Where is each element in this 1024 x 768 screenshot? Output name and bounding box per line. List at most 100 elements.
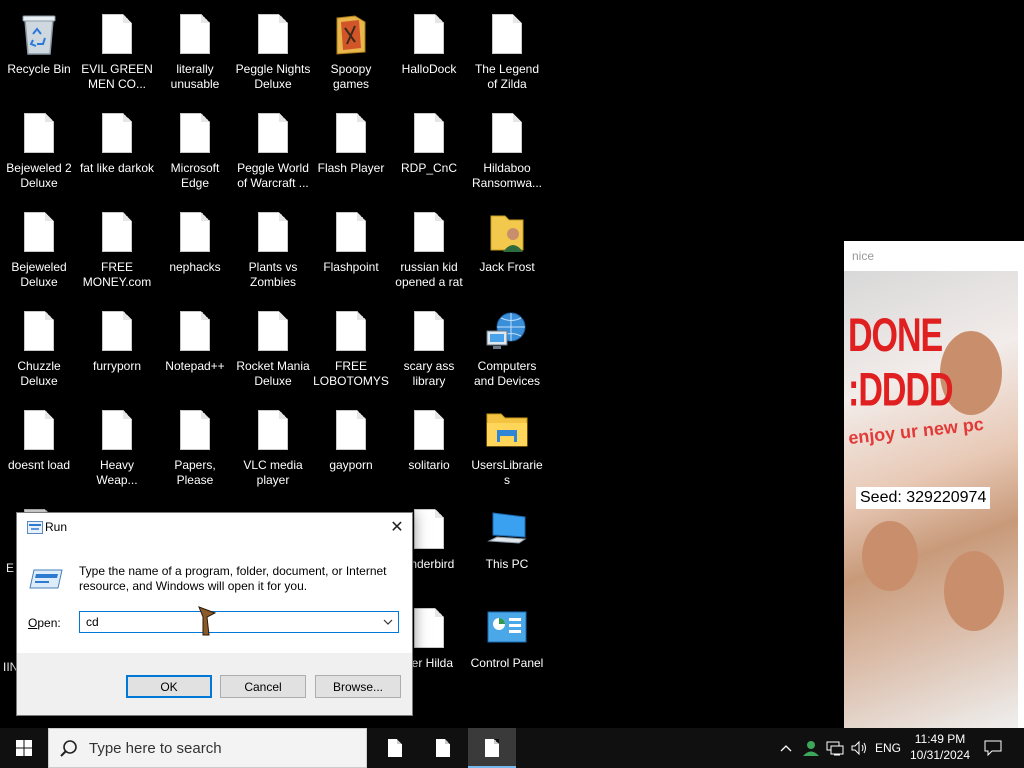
taskbar-app-3[interactable] (468, 728, 516, 768)
show-hidden-icons-button[interactable] (776, 728, 796, 768)
desktop-icon-evil-green-men[interactable]: EVIL GREEN MEN CO... (78, 6, 156, 100)
desktop-icon-computers-and-devices[interactable]: Computers and Devices (468, 303, 546, 397)
person-face (862, 521, 918, 591)
desktop-icon-flashpoint[interactable]: Flashpoint (312, 204, 390, 298)
desktop-icon-hildaboo-ransomware[interactable]: Hildaboo Ransomwa... (468, 105, 546, 199)
desktop-icon-plants-vs-zombies[interactable]: Plants vs Zombies (234, 204, 312, 298)
document-icon (405, 10, 453, 58)
document-icon (15, 406, 63, 454)
desktop-icon-jack-frost[interactable]: Jack Frost (468, 204, 546, 298)
desktop-icon-bejeweled-deluxe[interactable]: Bejeweled Deluxe (0, 204, 78, 298)
desktop-icon-control-panel[interactable]: Control Panel (468, 600, 546, 694)
taskbar-search-box[interactable]: Type here to search (48, 728, 367, 768)
desktop-icon-label: VLC media player (243, 458, 303, 487)
document-icon (388, 739, 402, 757)
speaker-icon (851, 740, 866, 756)
image-viewer-window[interactable]: nice DONE :DDDD enjoy ur new pc Seed: 32… (844, 241, 1024, 728)
desktop-icon-label: Flashpoint (323, 260, 379, 274)
desktop-icon-label: Bejeweled 2 Deluxe (6, 161, 72, 190)
desktop-icon-gayporn[interactable]: gayporn (312, 402, 390, 496)
desktop-icon-label: FREE MONEY.com (82, 260, 152, 289)
desktop-icon-label: Notepad++ (165, 359, 225, 373)
desktop-icon-label: FREE LOBOTOMYS (313, 359, 389, 388)
desktop-icon-spoopy-games[interactable]: Spoopy games (312, 6, 390, 100)
document-icon (93, 307, 141, 355)
user-green-icon (803, 741, 819, 756)
network-tray-icon[interactable] (824, 728, 846, 768)
document-icon (15, 109, 63, 157)
taskbar-app-2[interactable] (419, 728, 467, 768)
action-center-button[interactable] (978, 728, 1008, 768)
desktop-icon-label: solitario (408, 458, 450, 472)
windows-logo-icon (16, 740, 32, 756)
desktop-icon-papers-please[interactable]: Papers, Please (156, 402, 234, 496)
desktop-icon-label: Chuzzle Deluxe (17, 359, 61, 388)
desktop-icon-label: Microsoft Edge (170, 161, 220, 190)
desktop-icon-label: EVIL GREEN MEN CO... (81, 62, 153, 91)
document-icon (483, 109, 531, 157)
start-button[interactable] (0, 728, 48, 768)
desktop-icon-this-pc[interactable]: This PC (468, 501, 546, 595)
document-icon (405, 307, 453, 355)
desktop-icon-label: doesnt load (7, 458, 71, 472)
people-tray-icon[interactable] (800, 728, 822, 768)
desktop-icon-label: nephacks (169, 260, 221, 274)
run-titlebar[interactable]: Run ✕ (17, 513, 412, 543)
network-globe-icon (483, 307, 531, 355)
document-icon (405, 406, 453, 454)
desktop-icon-furryporn[interactable]: furryporn (78, 303, 156, 397)
desktop-icon-chuzzle-deluxe[interactable]: Chuzzle Deluxe (0, 303, 78, 397)
desktop-icon-label: Bejeweled Deluxe (11, 260, 67, 289)
seed-label: Seed: 329220974 (856, 487, 991, 509)
desktop-icon-label: scary ass library (403, 359, 455, 388)
document-icon (15, 208, 63, 256)
desktop-icon-nephacks[interactable]: nephacks (156, 204, 234, 298)
desktop-icon-flash-player[interactable]: Flash Player (312, 105, 390, 199)
desktop-icon-microsoft-edge[interactable]: Microsoft Edge (156, 105, 234, 199)
desktop-icon-notepad-plus-plus[interactable]: Notepad++ (156, 303, 234, 397)
desktop-icon-peggle-nights[interactable]: Peggle Nights Deluxe (234, 6, 312, 100)
open-label-accelerator: O (28, 616, 38, 630)
desktop-icon-users-libraries[interactable]: UsersLibraries (468, 402, 546, 496)
chevron-down-icon[interactable] (382, 615, 394, 629)
run-dialog[interactable]: Run ✕ Type the name of a program, folder… (16, 512, 413, 716)
taskbar-app-1[interactable] (371, 728, 419, 768)
desktop-icon-rocket-mania[interactable]: Rocket Mania Deluxe (234, 303, 312, 397)
notification-icon (984, 740, 1002, 756)
desktop-icon-literally-unusable[interactable]: literally unusable (156, 6, 234, 100)
desktop-icon-russian-kid[interactable]: russian kid opened a rat (390, 204, 468, 298)
desktop-icon-peggle-world-of-warcraft[interactable]: Peggle World of Warcraft ... (234, 105, 312, 199)
language-indicator[interactable]: ENG (872, 728, 904, 768)
desktop-icon-heavy-weap[interactable]: Heavy Weap... (78, 402, 156, 496)
run-title: Run (45, 520, 68, 534)
cancel-button[interactable]: Cancel (220, 675, 306, 698)
desktop-icon-fat-like-darkok[interactable]: fat like darkok (78, 105, 156, 199)
document-icon (436, 739, 450, 757)
desktop-icon-vlc-media-player[interactable]: VLC media player (234, 402, 312, 496)
desktop-icon-free-money[interactable]: FREE MONEY.com (78, 204, 156, 298)
desktop-icon-recycle-bin[interactable]: Recycle Bin (0, 6, 78, 100)
desktop-icon-label: Peggle Nights Deluxe (235, 62, 311, 91)
open-label-text: pen: (37, 616, 61, 630)
open-input[interactable]: cd (86, 615, 99, 629)
desktop-icon-label: Papers, Please (174, 458, 216, 487)
desktop-icon-solitario[interactable]: solitario (390, 402, 468, 496)
close-button[interactable]: ✕ (382, 513, 412, 541)
desktop-icon-label: Rocket Mania Deluxe (236, 359, 310, 388)
desktop-icon-free-lobotomys[interactable]: FREE LOBOTOMYS (312, 303, 390, 397)
desktop-icon-scary-ass-library[interactable]: scary ass library (390, 303, 468, 397)
volume-tray-icon[interactable] (848, 728, 870, 768)
desktop-icon-hallodock[interactable]: HalloDock (390, 6, 468, 100)
desktop-icon-bejeweled-2-deluxe[interactable]: Bejeweled 2 Deluxe (0, 105, 78, 199)
cursor-icon (195, 605, 219, 640)
desktop-icon-legend-of-zilda[interactable]: The Legend of Zilda (468, 6, 546, 100)
desktop-icon-doesnt-load[interactable]: doesnt load (0, 402, 78, 496)
open-combobox[interactable]: cd (79, 611, 399, 633)
clock[interactable]: 11:49 PM 10/31/2024 (902, 731, 978, 763)
run-description: Type the name of a program, folder, docu… (79, 564, 387, 593)
ok-button[interactable]: OK (126, 675, 212, 698)
desktop-icon-rdp-cnc[interactable]: RDP_CnC (390, 105, 468, 199)
browse-button[interactable]: Browse... (315, 675, 401, 698)
desktop-icon-label: Control Panel (470, 656, 544, 670)
document-icon (249, 109, 297, 157)
